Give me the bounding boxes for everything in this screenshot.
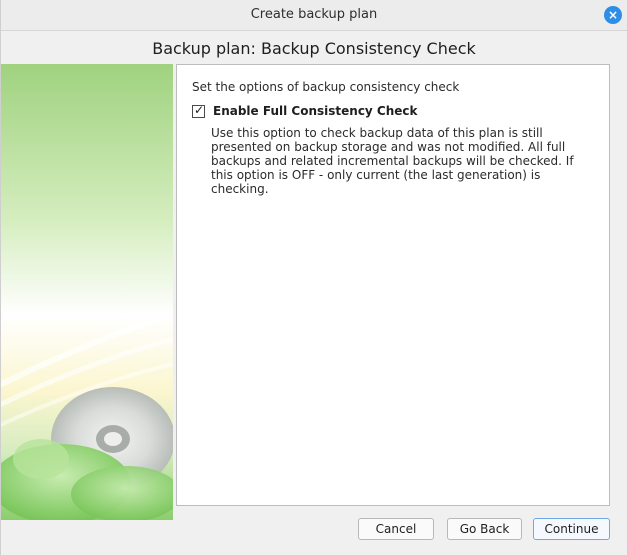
dialog-window: Create backup plan × Backup plan: Backup… (0, 0, 628, 555)
options-panel: Set the options of backup consistency ch… (176, 64, 610, 506)
backup-illustration (1, 64, 173, 520)
checkmark-icon: ✓ (194, 103, 205, 117)
continue-button[interactable]: Continue (533, 518, 610, 540)
page-title: Backup plan: Backup Consistency Check (152, 39, 476, 58)
full-consistency-checkbox[interactable]: ✓ (192, 103, 205, 118)
window-title: Create backup plan (250, 7, 378, 22)
title-bar: Create backup plan × (1, 0, 627, 31)
option-description: Use this option to check backup data of … (211, 126, 574, 196)
close-icon[interactable]: × (604, 6, 622, 24)
go-back-button[interactable]: Go Back (447, 518, 522, 540)
cancel-button[interactable]: Cancel (358, 518, 434, 540)
panel-intro: Set the options of backup consistency ch… (192, 80, 460, 94)
full-consistency-label[interactable]: Enable Full Consistency Check (213, 104, 418, 118)
